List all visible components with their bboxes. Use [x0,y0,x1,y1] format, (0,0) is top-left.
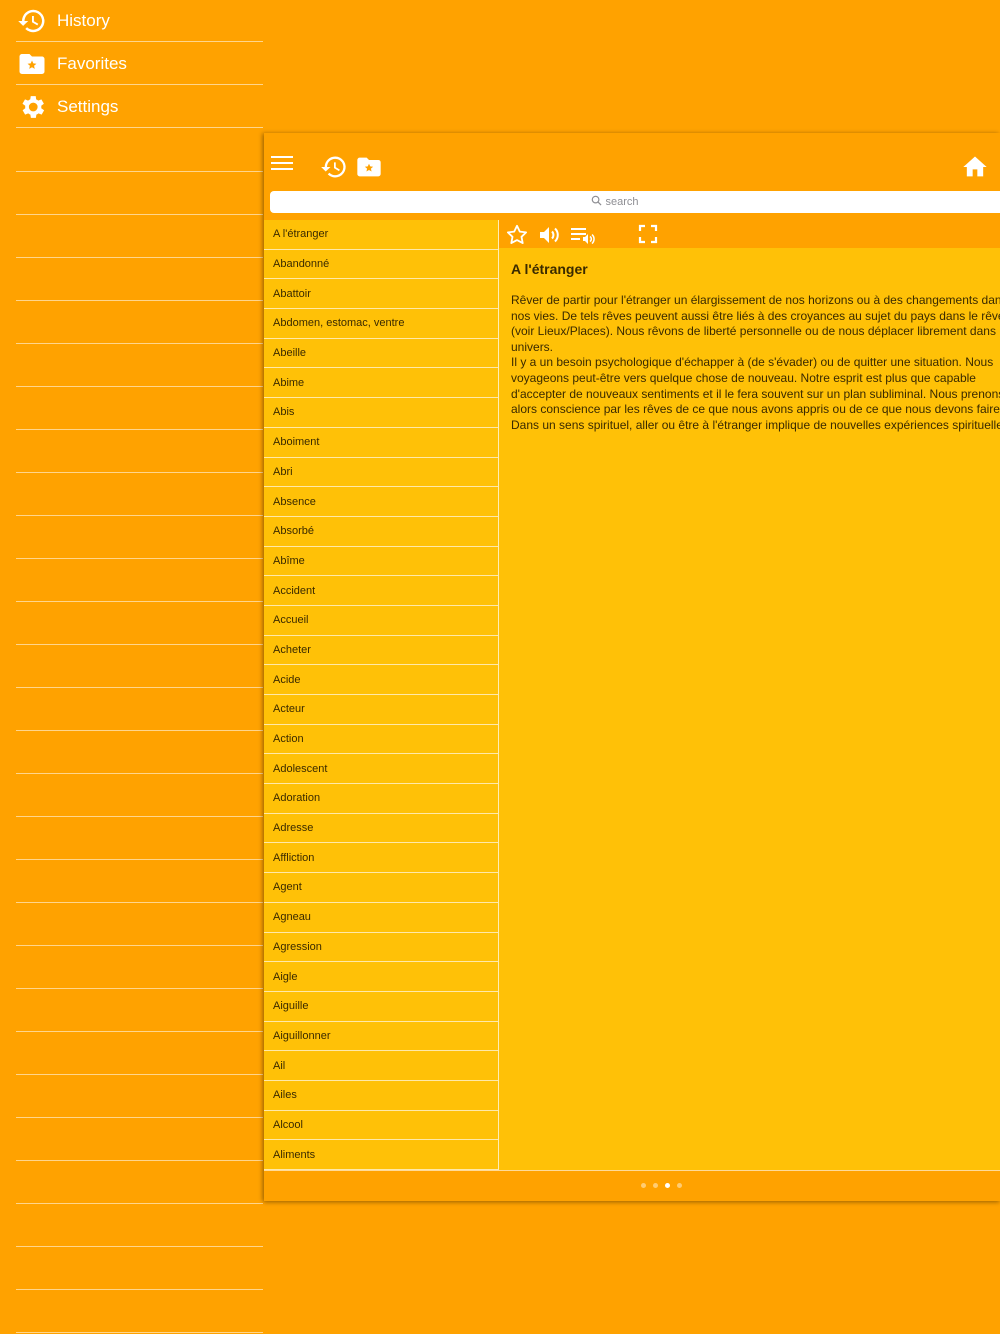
sidebar-divider [16,429,263,430]
list-item[interactable]: Abandonné [264,250,498,280]
list-item[interactable]: Acteur [264,695,498,725]
home-icon[interactable] [961,153,989,181]
list-item[interactable]: Aigle [264,962,498,992]
sidebar-divider [16,300,263,301]
sidebar-item-settings[interactable]: Settings [16,86,263,128]
sidebar-divider [16,687,263,688]
list-item[interactable]: Acide [264,665,498,695]
sidebar-divider [16,945,263,946]
sidebar-divider [16,644,263,645]
detail-toolbar [499,220,1000,248]
sidebar-item-label: History [57,10,110,30]
sidebar-item-label: Settings [57,96,119,116]
sidebar-divider [16,1246,263,1247]
sidebar-item-favorites[interactable]: Favorites [16,43,263,85]
list-item[interactable]: Aiguillonner [264,1022,498,1052]
sidebar-divider [16,1031,263,1032]
speaker-icon[interactable] [537,223,563,247]
sidebar-divider [16,515,263,516]
detail-pane: A l'étranger Rêver de partir pour l'étra… [499,220,1000,1170]
list-item[interactable]: Agneau [264,903,498,933]
sidebar-divider [16,386,263,387]
sidebar-divider [16,1289,263,1290]
list-item[interactable]: Aiguille [264,992,498,1022]
sidebar-divider [16,257,263,258]
list-item[interactable]: Aboiment [264,428,498,458]
sidebar-divider [16,902,263,903]
list-item[interactable]: A l'étranger [264,220,498,250]
list-item[interactable]: Absence [264,487,498,517]
list-item[interactable]: Accident [264,576,498,606]
entry-body: Rêver de partir pour l'étranger un élarg… [511,293,1000,432]
list-item[interactable]: Adolescent [264,754,498,785]
list-item[interactable]: Ail [264,1051,498,1081]
list-item[interactable]: Agression [264,933,498,963]
sidebar-divider [16,1203,263,1204]
list-item[interactable]: Accueil [264,606,498,636]
page-dot[interactable] [665,1183,670,1188]
hamburger-menu-icon[interactable] [270,153,294,173]
list-item[interactable]: Abime [264,368,498,399]
star-icon[interactable] [505,223,529,247]
list-item[interactable]: Abri [264,458,498,488]
favorites-folder-icon[interactable] [355,153,383,181]
sidebar-divider [16,343,263,344]
list-item[interactable]: Acheter [264,636,498,666]
sidebar-divider [16,1117,263,1118]
entry-title: A l'étranger [511,261,588,277]
page-dot[interactable] [653,1183,658,1188]
sidebar-divider [16,601,263,602]
list-item[interactable]: Abdomen, estomac, ventre [264,309,498,339]
list-item[interactable]: Adresse [264,814,498,844]
search-icon [591,193,602,211]
sidebar-divider [16,1074,263,1075]
sidebar-divider [16,773,263,774]
page-footer [264,1170,1000,1201]
read-aloud-list-icon[interactable] [569,223,597,247]
list-item[interactable]: Abattoir [264,279,498,310]
page-dot[interactable] [677,1183,682,1188]
sidebar-divider [16,988,263,989]
list-item[interactable]: Ailes [264,1081,498,1111]
sidebar-divider [16,472,263,473]
list-item[interactable]: Absorbé [264,517,498,547]
sidebar-divider [16,816,263,817]
fullscreen-icon[interactable] [637,223,659,245]
sidebar-divider [16,859,263,860]
list-item[interactable]: Abeille [264,339,498,369]
sidebar-divider [16,171,263,172]
gear-icon [16,91,48,123]
list-item[interactable]: Adoration [264,784,498,814]
sidebar-divider [16,1332,263,1333]
list-item[interactable]: Abis [264,398,498,428]
main-panel: A l'étrangerAbandonnéAbattoirAbdomen, es… [264,133,1000,1201]
list-item[interactable]: Agent [264,873,498,903]
sidebar-divider [16,1160,263,1161]
search-bar[interactable] [270,191,1000,213]
list-item[interactable]: Affliction [264,843,498,874]
list-item[interactable]: Action [264,725,498,755]
search-input[interactable] [601,196,686,208]
list-item[interactable]: Alcool [264,1111,498,1141]
page-indicator[interactable] [641,1183,682,1188]
side-menu: History Favorites Settings [0,0,264,1334]
word-list: A l'étranger Abandonné Abattoir Abdomen, es… [264,220,499,1170]
sidebar-divider [16,730,263,731]
history-icon[interactable] [320,153,348,181]
sidebar-divider [16,214,263,215]
sidebar-divider [16,558,263,559]
list-item[interactable]: Aliments [264,1140,498,1170]
sidebar-item-label: Favorites [57,53,127,73]
favorites-folder-icon [16,48,48,80]
history-icon [16,5,48,37]
page-dot[interactable] [641,1183,646,1188]
sidebar-item-history[interactable]: History [16,0,263,42]
list-item[interactable]: Abîme [264,547,498,577]
top-toolbar [264,133,1000,189]
